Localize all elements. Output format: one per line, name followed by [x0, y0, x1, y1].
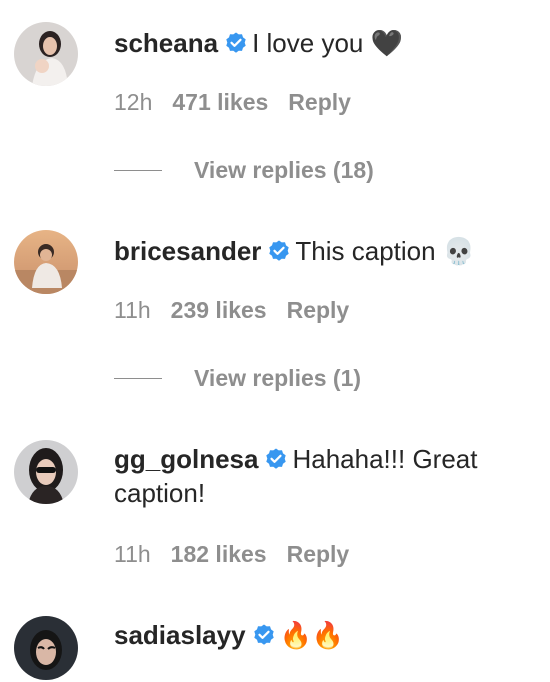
- divider-line: [114, 378, 162, 379]
- verified-badge-icon: [266, 448, 287, 469]
- avatar[interactable]: [14, 230, 78, 294]
- comment-text: bricesander This caption 💀: [114, 234, 522, 269]
- username[interactable]: scheana: [114, 28, 218, 58]
- view-replies-button[interactable]: View replies (18): [114, 156, 374, 184]
- verified-badge-icon: [226, 32, 246, 53]
- comment-meta: 11h 182 likes Reply: [114, 540, 349, 568]
- comment-body: This caption: [295, 236, 436, 266]
- comment-text: sadiaslayy 🔥🔥: [114, 618, 522, 653]
- timestamp[interactable]: 11h: [114, 541, 151, 567]
- black-heart-icon: 🖤: [370, 29, 403, 59]
- timestamp[interactable]: 11h: [114, 297, 151, 323]
- divider-line: [114, 170, 162, 171]
- avatar[interactable]: [14, 440, 78, 504]
- view-replies-label: View replies (18): [194, 157, 374, 183]
- comment-body: I love you: [252, 28, 364, 58]
- verified-badge-icon: [253, 624, 274, 645]
- likes-count[interactable]: 471 likes: [172, 89, 268, 115]
- fire-icon: 🔥🔥: [279, 621, 345, 651]
- view-replies-button[interactable]: View replies (1): [114, 364, 361, 392]
- likes-count[interactable]: 182 likes: [171, 541, 267, 567]
- reply-button[interactable]: Reply: [288, 89, 351, 115]
- reply-button[interactable]: Reply: [287, 541, 350, 567]
- skull-icon: 💀: [442, 237, 476, 267]
- timestamp[interactable]: 12h: [114, 89, 152, 115]
- comment-text: gg_golnesa Hahaha!!! Great caption!: [114, 442, 522, 510]
- view-replies-label: View replies (1): [194, 365, 362, 391]
- comment-meta: 11h 239 likes Reply: [114, 296, 349, 324]
- comment-text: scheana I love you 🖤: [114, 26, 522, 61]
- avatar[interactable]: [14, 616, 78, 680]
- username[interactable]: gg_golnesa: [114, 444, 258, 474]
- reply-button[interactable]: Reply: [287, 297, 350, 323]
- username[interactable]: sadiaslayy: [114, 620, 246, 650]
- username[interactable]: bricesander: [114, 236, 261, 266]
- avatar[interactable]: [14, 22, 78, 86]
- likes-count[interactable]: 239 likes: [171, 297, 267, 323]
- comment-meta: 12h 471 likes Reply: [114, 88, 351, 116]
- verified-badge-icon: [269, 240, 290, 261]
